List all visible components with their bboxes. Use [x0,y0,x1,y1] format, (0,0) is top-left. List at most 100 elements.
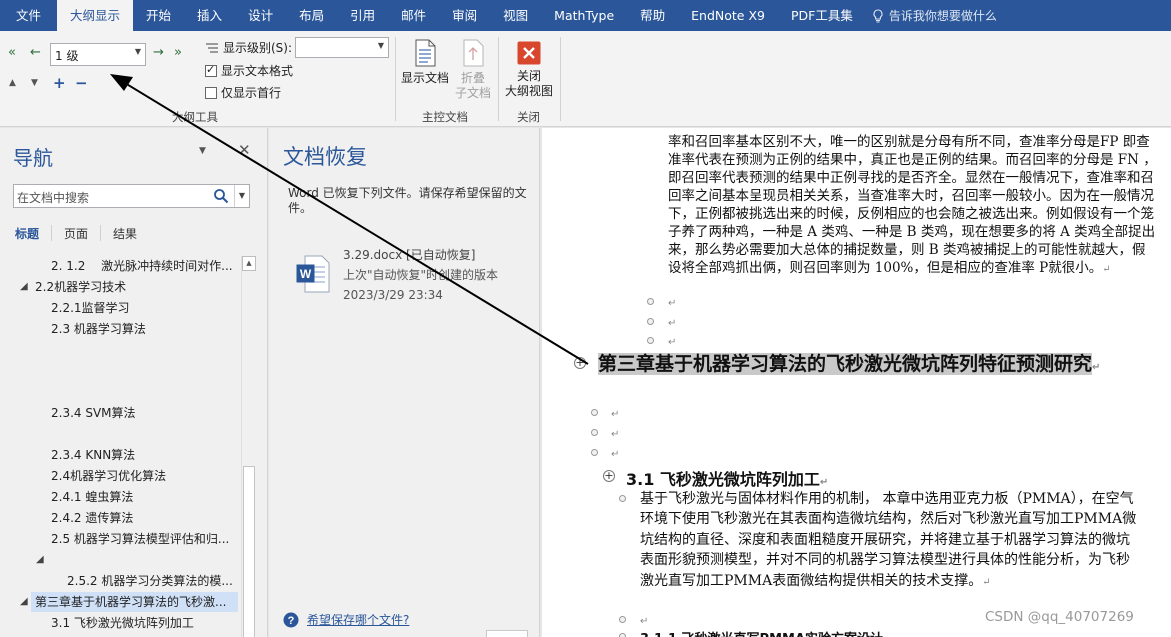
tree-item[interactable]: 3.1 飞秒激光微坑阵列加工 [51,613,194,633]
tree-item-label: 2.2机器学习技术 [35,280,127,294]
group-separator [395,37,396,121]
tab-outline[interactable]: 大纲显示 [57,0,134,31]
paragraph-mark-icon: ↵ [668,298,677,309]
tab-insert[interactable]: 插入 [184,0,235,31]
promote-to-heading1-button[interactable]: « [8,45,16,60]
navigation-pane: 导航 ▼ ✕ 在文档中搜索 ▼ 标题 页面 结果 2. 1.2 激光脉冲持续时间… [0,128,268,637]
collapse-triangle-icon[interactable]: ◢ [20,596,28,607]
word-document-icon[interactable]: W [296,255,330,293]
paragraph-mark-icon: ↵ [668,318,677,329]
tab-help[interactable]: 帮助 [627,0,678,31]
tree-item-label: 2. 1.2 激光脉冲持续时间对作... [51,259,233,273]
document-area[interactable]: 率和召回率基本区别不大，唯一的区别就是分母有所不同，查准率分母是FP 即查准率代… [542,128,1171,637]
tree-item[interactable]: 2.2.1监督学习 [51,298,130,318]
close-outline-view-button[interactable]: 关闭 大纲视图 [502,41,556,99]
promote-button[interactable]: ← [30,45,41,60]
ribbon-tab-bar: 文件 大纲显示 开始 插入 设计 布局 引用 邮件 审阅 视图 MathType… [0,0,1171,31]
empty-paragraph-bullet[interactable] [647,337,654,344]
show-text-format-option[interactable]: 显示文本格式 [205,62,293,79]
empty-paragraph-bullet[interactable] [647,318,654,325]
empty-paragraph-bullet[interactable] [647,298,654,305]
paragraph-mark-icon: ↵ [611,429,620,440]
show-document-button[interactable]: 显示文档 [400,39,450,86]
tree-item[interactable]: 2.5 机器学习算法模型评估和归... [51,529,229,549]
tree-item-label: 3.1 飞秒激光微坑阵列加工 [51,616,194,630]
nav-tab-pages[interactable]: 页面 [64,225,88,242]
demote-button[interactable]: → [153,45,164,60]
body-paragraph-bullet[interactable] [619,495,626,502]
recovery-close-button[interactable] [486,630,528,637]
tree-item[interactable]: 2.4.2 遗传算法 [51,508,133,528]
search-icon[interactable] [212,187,230,205]
tell-me-box[interactable]: 告诉我你想要做什么 [872,7,997,24]
tab-design[interactable]: 设计 [235,0,286,31]
tree-item-selected[interactable]: 第三章基于机器学习算法的飞秒激... [31,592,238,612]
demote-to-body-button[interactable]: » [174,45,182,60]
tree-item[interactable]: 2.2机器学习技术 [35,277,126,297]
show-text-format-checkbox[interactable] [205,63,217,77]
nav-options-dropdown[interactable]: ▼ [199,146,206,156]
collapse-triangle-icon[interactable]: ◢ [36,554,44,565]
group-separator [498,37,499,121]
tab-mathtype[interactable]: MathType [541,0,627,31]
recovered-file-entry[interactable]: 3.29.docx [已自动恢复] 上次"自动恢复"时创建的版本 2023/3/… [343,245,498,305]
chevron-down-icon: ▼ [134,47,141,56]
collapse-subdoc-icon [463,39,484,67]
body-paragraph-2-text: 基于飞秒激光与固体材料作用的机制， 本章中选用亚克力板（PMMA），在空气环境下… [640,491,1137,589]
first-line-only-option[interactable]: 仅显示首行 [205,84,281,101]
tree-item[interactable]: 2.3 机器学习算法 [51,319,146,339]
document-icon [415,39,436,67]
recovered-file-time: 2023/3/29 23:34 [343,288,443,302]
show-level-label: 显示级别(S): [223,41,293,55]
first-line-only-checkbox[interactable] [205,86,217,99]
tab-review[interactable]: 审阅 [439,0,490,31]
nav-tab-headings[interactable]: 标题 [15,225,39,242]
recovery-help-text: 希望保存哪个文件? [307,613,410,627]
empty-paragraph-bullet[interactable] [591,409,598,416]
nav-close-button[interactable]: ✕ [238,141,251,159]
outline-level-select[interactable]: 1 级 ▼ [50,43,146,66]
tab-view[interactable]: 视图 [490,0,541,31]
expand-heading-icon[interactable]: + [574,357,586,369]
empty-paragraph-bullet[interactable] [591,429,598,436]
nav-search-input[interactable]: 在文档中搜索 ▼ [13,184,250,208]
recovery-help-link[interactable]: ? 希望保存哪个文件? [283,611,409,628]
move-up-button[interactable]: ▲ [9,78,16,88]
heading-level-3-bullet[interactable] [619,633,626,637]
tab-references[interactable]: 引用 [337,0,388,31]
scrollbar-thumb[interactable] [243,466,255,637]
tree-item[interactable]: 2.4机器学习优化算法 [51,466,166,486]
document-recovery-pane: 文档恢复 Word 已恢复下列文件。请保存希望保留的文件。 W 3.29.doc… [269,128,540,637]
expand-button[interactable]: + [53,74,66,92]
empty-paragraph-bullet[interactable] [619,616,626,623]
tree-item[interactable]: 2. 1.2 激光脉冲持续时间对作... [51,256,233,276]
tree-item-label: 2.2.1监督学习 [51,301,130,315]
scroll-up-arrow-icon[interactable]: ▲ [242,256,256,271]
close-label-2: 大纲视图 [504,84,553,98]
tab-layout[interactable]: 布局 [286,0,337,31]
collapse-button[interactable]: − [75,74,88,92]
tree-item[interactable]: 2.5.2 机器学习分类算法的模... [67,571,233,591]
tab-mailings[interactable]: 邮件 [388,0,439,31]
body-paragraph-1-text: 率和召回率基本区别不大，唯一的区别就是分母有所不同，查准率分母是FP 即查准率代… [668,134,1157,276]
tree-item-label: 第三章基于机器学习算法的飞秒激... [35,595,227,609]
first-line-only-label: 仅显示首行 [221,86,282,100]
tab-home[interactable]: 开始 [133,0,184,31]
nav-tab-results[interactable]: 结果 [113,225,137,242]
expand-heading-icon[interactable]: + [603,470,615,482]
outline-level-value: 1 级 [55,49,79,63]
tree-item[interactable]: 2.3.4 SVM算法 [51,403,136,423]
recovered-file-name: 3.29.docx [已自动恢复] [343,248,476,262]
tree-item[interactable]: 2.3.4 KNN算法 [51,445,135,465]
collapse-triangle-icon[interactable]: ◢ [20,281,28,292]
tab-file[interactable]: 文件 [0,0,57,31]
tab-pdf-tools[interactable]: PDF工具集 [778,0,866,31]
move-down-button[interactable]: ▼ [31,78,38,88]
tab-endnote[interactable]: EndNote X9 [678,0,778,31]
heading-level-1: 第三章基于机器学习算法的飞秒激光微坑阵列特征预测研究↵ [598,351,1128,381]
tree-item[interactable]: 2.4.1 蝗虫算法 [51,487,133,507]
chevron-down-icon[interactable]: ▼ [234,185,249,207]
empty-paragraph-bullet[interactable] [591,449,598,456]
show-level-select[interactable]: ▼ [295,37,389,58]
nav-scrollbar[interactable]: ▲ [241,256,256,637]
